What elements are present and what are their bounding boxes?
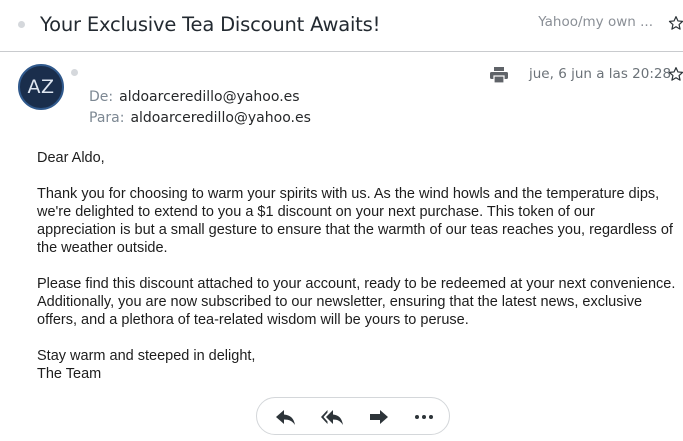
from-line: De: aldoarceredillo@yahoo.es — [89, 89, 300, 105]
body-paragraph: Thank you for choosing to warm your spir… — [37, 186, 673, 256]
message-date: jue, 6 jun a las 20:28 — [529, 66, 672, 82]
message-actions — [256, 397, 450, 435]
star-icon[interactable] — [668, 15, 683, 31]
more-icon[interactable] — [412, 407, 436, 427]
signature: The Team — [37, 366, 102, 382]
forward-icon[interactable] — [367, 407, 391, 427]
to-address[interactable]: aldoarceredillo@yahoo.es — [130, 110, 310, 126]
folder-link[interactable]: Yahoo/my own ... — [538, 14, 653, 30]
subject-bar: Your Exclusive Tea Discount Awaits! Yaho… — [0, 0, 683, 52]
sender-avatar[interactable]: AZ — [18, 64, 64, 110]
greeting: Dear Aldo, — [37, 150, 105, 166]
avatar-initials: AZ — [27, 76, 55, 98]
print-icon[interactable] — [489, 66, 509, 84]
reply-all-icon[interactable] — [320, 407, 344, 427]
closing: Stay warm and steeped in delight, — [37, 348, 256, 364]
message-body: Dear Aldo, Thank you for choosing to war… — [37, 149, 677, 383]
star-icon[interactable] — [668, 66, 683, 82]
to-label: Para: — [89, 110, 125, 126]
message-subject: Your Exclusive Tea Discount Awaits! — [40, 13, 381, 36]
reply-icon[interactable] — [274, 407, 298, 427]
unread-dot — [18, 21, 25, 28]
from-label: De: — [89, 89, 114, 105]
from-address[interactable]: aldoarceredillo@yahoo.es — [119, 89, 299, 105]
body-paragraph: Please find this discount attached to yo… — [37, 276, 676, 328]
to-line: Para: aldoarceredillo@yahoo.es — [89, 110, 311, 126]
presence-dot — [71, 69, 78, 76]
